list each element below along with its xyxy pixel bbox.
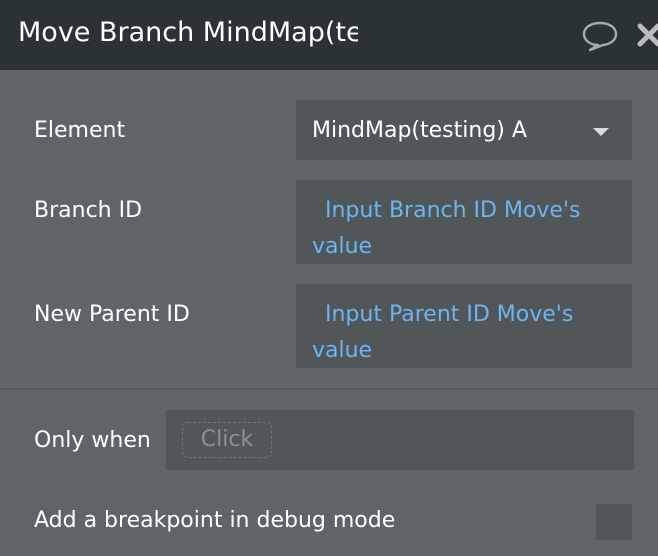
close-icon[interactable]	[636, 22, 658, 48]
element-dropdown[interactable]: MindMap(testing) A	[296, 100, 632, 160]
new-parent-id-expression[interactable]: Input Parent ID Move's value	[312, 297, 612, 369]
only-when-field[interactable]: Click	[166, 410, 634, 470]
element-label: Element	[34, 118, 126, 143]
panel-header: Move Branch MindMap(te	[0, 0, 658, 70]
action-panel: Move Branch MindMap(te Element MindMap(t…	[0, 0, 658, 556]
new-parent-id-label: New Parent ID	[34, 302, 190, 327]
branch-id-expression[interactable]: Input Branch ID Move's value	[312, 193, 612, 265]
branch-id-field[interactable]: Input Branch ID Move's value	[296, 180, 632, 264]
click-placeholder[interactable]: Click	[182, 422, 272, 458]
breakpoint-label: Add a breakpoint in debug mode	[34, 508, 396, 533]
new-parent-id-field[interactable]: Input Parent ID Move's value	[296, 284, 632, 368]
chevron-down-icon	[593, 128, 609, 136]
panel-title: Move Branch MindMap(te	[18, 17, 358, 48]
only-when-label: Only when	[34, 428, 151, 453]
comment-icon[interactable]	[581, 20, 619, 52]
section-divider	[0, 388, 658, 390]
breakpoint-checkbox[interactable]	[596, 504, 632, 540]
branch-id-label: Branch ID	[34, 198, 143, 223]
element-dropdown-value: MindMap(testing) A	[312, 118, 527, 143]
